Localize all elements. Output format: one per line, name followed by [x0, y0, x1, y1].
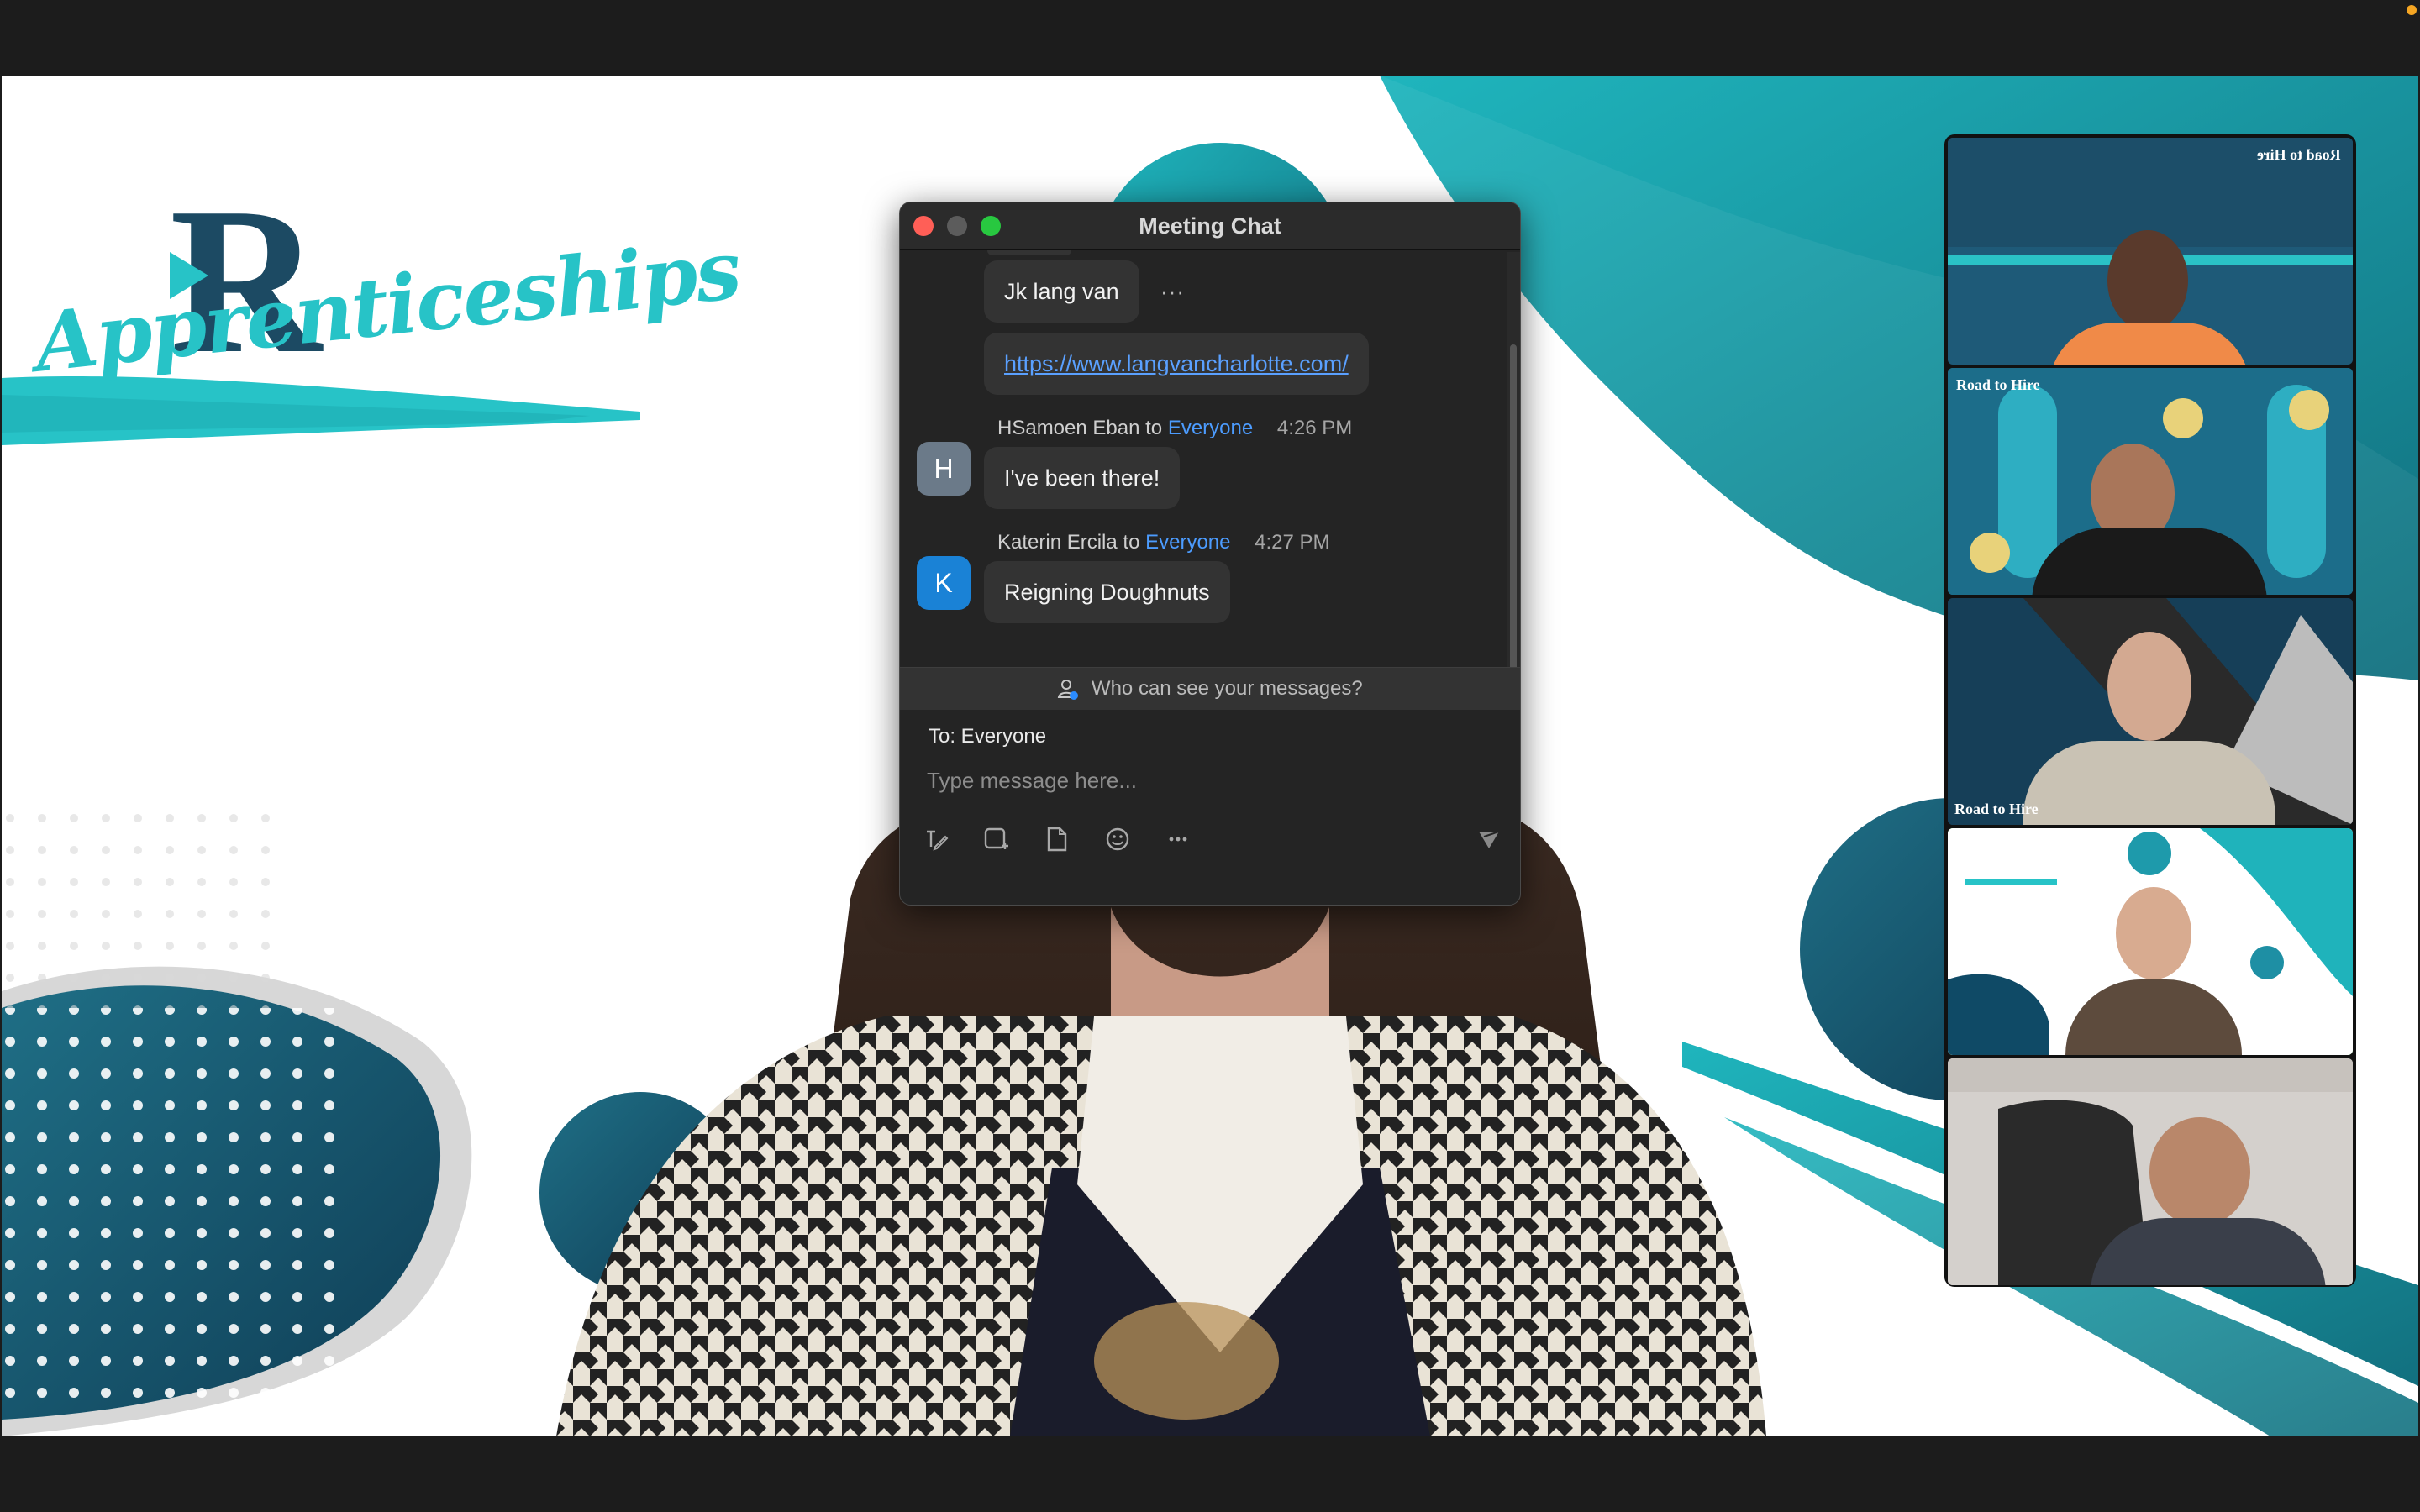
recipient-name[interactable]: Everyone	[1168, 417, 1253, 439]
chat-window-title: Meeting Chat	[1139, 213, 1281, 239]
message-bubble: Reigning Doughnuts	[984, 561, 1230, 623]
to-word: to	[1145, 417, 1163, 439]
participant-tile[interactable]	[1948, 1058, 2353, 1285]
message-bubble-link: https://www.langvancharlotte.com/	[984, 333, 1369, 395]
message-header: Katerin Ercila to Everyone 4:27 PM	[997, 531, 1330, 554]
meeting-chat-window: Meeting Chat Jk lang van ··· https://www…	[899, 202, 1521, 906]
message-header: HSamoen Eban to Everyone 4:26 PM	[997, 417, 1352, 440]
recipient-name[interactable]: Everyone	[1145, 531, 1230, 554]
avatar: H	[917, 442, 971, 496]
message-time: 4:27 PM	[1255, 531, 1330, 554]
participant-tile[interactable]: Road to Hire	[1948, 368, 2353, 595]
message-bubble: Jk lang van	[984, 260, 1139, 323]
emoji-icon[interactable]	[1103, 825, 1132, 853]
gallery-view: Road to Hire Road to Hire Road to Hire	[1944, 134, 2356, 1287]
scrollbar-thumb[interactable]	[1510, 344, 1517, 672]
participant-tile[interactable]: Road to Hire	[1948, 598, 2353, 825]
message-time: 4:26 PM	[1276, 417, 1353, 439]
sender-name: Katerin Ercila	[997, 531, 1118, 554]
chat-message-list[interactable]: Jk lang van ··· https://www.langvancharl…	[900, 250, 1520, 869]
brand-tag: Road to Hire	[1954, 801, 2039, 817]
person-visibility-icon	[1058, 679, 1079, 700]
sender-name: HSamoen Eban	[997, 417, 1140, 439]
message-visibility-info[interactable]: Who can see your messages?	[900, 667, 1520, 711]
brand-tag: Road to Hire	[1956, 376, 2040, 393]
visibility-prompt: Who can see your messages?	[1091, 677, 1363, 700]
avatar: K	[917, 556, 971, 610]
compose-area: To: Everyone	[900, 710, 1520, 869]
compose-toolbar	[922, 818, 1503, 860]
file-icon[interactable]	[1043, 825, 1071, 853]
brand-tag: Road to Hire	[2257, 146, 2341, 163]
chat-titlebar[interactable]: Meeting Chat	[900, 202, 1520, 250]
recipient-selector[interactable]: To: Everyone	[929, 725, 1046, 748]
message-input[interactable]	[925, 760, 1466, 801]
more-icon[interactable]	[1164, 825, 1192, 853]
participant-tile-active-speaker[interactable]	[1948, 828, 2353, 1055]
to-word: to	[1123, 531, 1140, 554]
format-text-icon[interactable]	[922, 825, 950, 853]
message-bubble: I've been there!	[984, 447, 1181, 509]
chat-scrollbar[interactable]	[1507, 252, 1520, 680]
message-link[interactable]: https://www.langvancharlotte.com/	[1004, 351, 1349, 376]
screenshot-icon[interactable]	[982, 825, 1011, 853]
notification-dot	[2407, 5, 2417, 15]
previous-message-tail	[987, 250, 1071, 255]
send-icon[interactable]	[1475, 825, 1503, 853]
more-options-icon[interactable]: ···	[1160, 279, 1185, 305]
participant-tile[interactable]: Road to Hire	[1948, 138, 2353, 365]
